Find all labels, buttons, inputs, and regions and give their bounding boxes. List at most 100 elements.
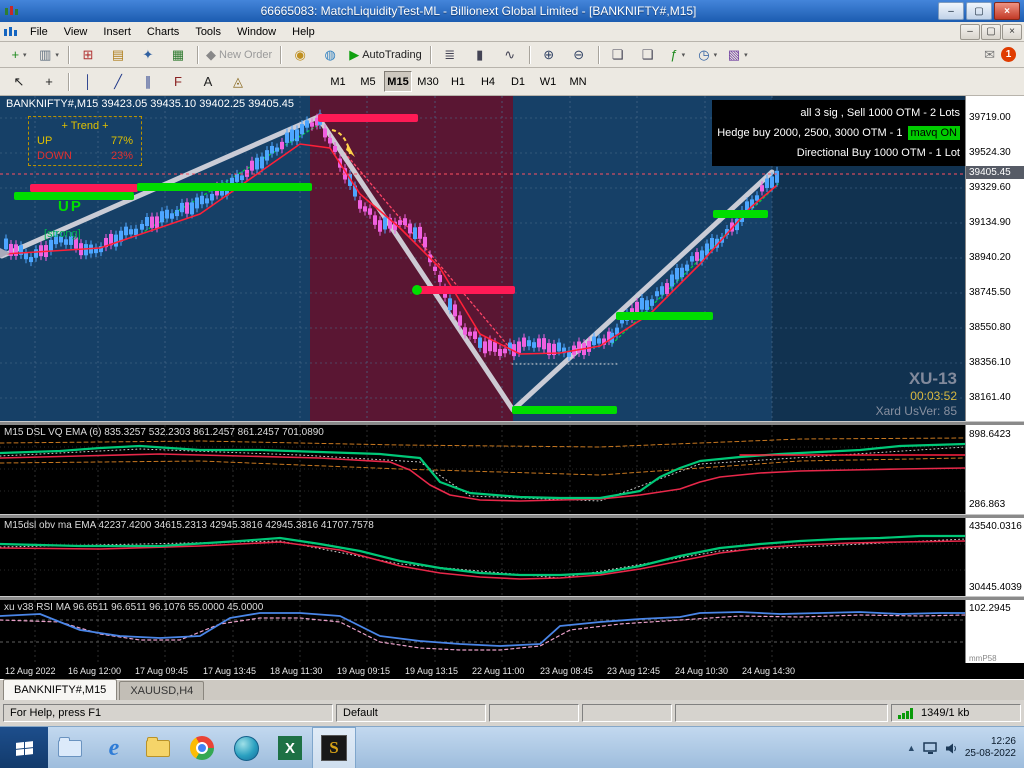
indicator-axis[interactable]: 898.6423 286.863 (965, 425, 1024, 514)
taskbar-icon-internet-explorer[interactable]: e (92, 727, 136, 768)
mdi-restore-button[interactable]: ▢ (981, 23, 1001, 40)
mdi-minimize-button[interactable]: – (960, 23, 980, 40)
indicator-panel-obv[interactable]: M15dsl obv ma EMA 42237.4200 34615.2313 … (0, 518, 965, 596)
chart-menu-icon (4, 26, 17, 38)
mt4-window: 66665083: MatchLiquidityTest-ML - Billio… (0, 0, 1024, 768)
chart-candles-button[interactable]: ▮ (465, 44, 495, 66)
taskbar-icon-folder[interactable] (136, 727, 180, 768)
menu-file[interactable]: File (22, 24, 56, 40)
chart-line-button[interactable]: ∿ (495, 44, 525, 66)
window-title: 66665083: MatchLiquidityTest-ML - Billio… (260, 4, 697, 18)
community-button[interactable]: ◍ (315, 44, 345, 66)
new-chart-button[interactable]: + ▾ (4, 44, 34, 66)
taskbar-icon-chrome[interactable] (180, 727, 224, 768)
menu-help[interactable]: Help (284, 24, 323, 40)
zoom-in-button[interactable]: ⊕ (534, 44, 564, 66)
chart-tab-2[interactable]: XAUUSD,H4 (119, 681, 205, 700)
time-axis-label: 16 Aug 12:00 (68, 666, 122, 676)
arrows-shapes-button[interactable]: ◬ (223, 71, 253, 93)
templates-button[interactable]: ▧ ▾ (723, 44, 753, 66)
timeframe-m5[interactable]: M5 (354, 71, 382, 92)
timeframe-h4[interactable]: H4 (474, 71, 502, 92)
mail-icon[interactable]: ✉ (984, 47, 995, 63)
indicator-panel-dsl-vq[interactable]: M15 DSL VQ EMA (6) 835.3257 532.2303 861… (0, 425, 965, 514)
price-axis-value: 39524.30 (969, 147, 1011, 158)
market-watch-icon: ⊞ (82, 47, 94, 62)
timeframe-h1[interactable]: H1 (444, 71, 472, 92)
time-axis-label: 19 Aug 09:15 (337, 666, 391, 676)
taskbar-clock[interactable]: 12:26 25-08-2022 (965, 736, 1016, 761)
channel-icon: ∥ (144, 74, 152, 89)
timeframe-m1[interactable]: M1 (324, 71, 352, 92)
toolbar-separator (597, 45, 599, 64)
vertical-line-button[interactable]: │ (73, 71, 103, 93)
menu-insert[interactable]: Insert (95, 24, 139, 40)
menu-charts[interactable]: Charts (139, 24, 187, 40)
status-empty-segment (489, 704, 579, 722)
terminal-button[interactable]: ▦ (163, 44, 193, 66)
navigator-button[interactable]: ✦ (133, 44, 163, 66)
chart-bars-button[interactable]: ≣ (435, 44, 465, 66)
indicator-axis[interactable]: 102.2945 mmP58 (965, 600, 1024, 666)
fibonacci-button[interactable]: F (163, 71, 193, 93)
indicators-button[interactable]: ƒ ▾ (663, 44, 693, 66)
timeframe-m30[interactable]: M30 (414, 71, 442, 92)
tile-windows-button[interactable]: ❏ (603, 44, 633, 66)
restore-button[interactable]: ▢ (966, 2, 992, 20)
time-axis-label: 19 Aug 13:15 (405, 666, 459, 676)
notification-badge[interactable]: 1 (1001, 47, 1016, 62)
taskbar-icon-s-app[interactable]: S (312, 727, 356, 768)
expert-advisors-button[interactable]: ◉ (285, 44, 315, 66)
clock-date: 25-08-2022 (964, 748, 1016, 759)
cursor-button[interactable]: ↖ (4, 71, 34, 93)
new-chart-icon: + (11, 47, 20, 62)
zoom-out-button[interactable]: ⊖ (564, 44, 594, 66)
community-icon: ◍ (324, 47, 336, 62)
price-chart[interactable]: BANKNIFTY#,M15 39423.05 39435.10 39402.2… (0, 96, 965, 421)
profiles-button[interactable]: ▥ ▾ (34, 44, 64, 66)
profile-selector[interactable]: Default (336, 704, 486, 722)
periods-button[interactable]: ◷ ▾ (693, 44, 723, 66)
time-axis[interactable]: 12 Aug 2022 16 Aug 12:00 17 Aug 09:45 17 Au… (0, 663, 1024, 679)
menu-tools[interactable]: Tools (187, 24, 229, 40)
timeframe-mn[interactable]: MN (564, 71, 592, 92)
indicator-axis[interactable]: 43540.0316 30445.4039 (965, 518, 1024, 596)
trendline-button[interactable]: ╱ (103, 71, 133, 93)
signal-line-1: all 3 sig , Sell 1000 OTM - 2 Lots (800, 107, 960, 119)
price-axis[interactable]: 39405.45 39719.00 39524.30 39329.60 39134.9… (965, 96, 1024, 421)
chart-tab-1[interactable]: BANKNIFTY#,M15 (3, 679, 118, 700)
time-axis-label: 22 Aug 11:00 (472, 666, 525, 676)
trend-up-label: UP (37, 135, 53, 147)
menu-window[interactable]: Window (229, 24, 284, 40)
dropdown-arrow-icon: ▾ (744, 51, 748, 59)
timeframe-w1[interactable]: W1 (534, 71, 562, 92)
autotrading-button[interactable]: ▶ AutoTrading (345, 44, 426, 66)
start-button[interactable] (0, 727, 48, 768)
close-button[interactable]: × (994, 2, 1020, 20)
network-icon[interactable] (923, 741, 938, 755)
timeframe-m15[interactable]: M15 (384, 71, 412, 92)
text-label-icon: A (203, 74, 213, 89)
timeframe-d1[interactable]: D1 (504, 71, 532, 92)
taskbar-icon-explorer[interactable] (48, 727, 92, 768)
arrows-shapes-icon: ◬ (233, 74, 243, 89)
connection-status[interactable]: 1349/1 kb (891, 704, 1021, 722)
market-watch-button[interactable]: ⊞ (73, 44, 103, 66)
text-label-button[interactable]: A (193, 71, 223, 93)
channel-button[interactable]: ∥ (133, 71, 163, 93)
menu-view[interactable]: View (56, 24, 96, 40)
taskbar-icon-excel[interactable]: X (268, 727, 312, 768)
new-order-button[interactable]: ◆ New Order (202, 44, 276, 66)
data-window-button[interactable]: ▤ (103, 44, 133, 66)
current-price-tag: 39405.45 (966, 166, 1024, 179)
minimize-button[interactable]: – (938, 2, 964, 20)
cascade-windows-button[interactable]: ❑ (633, 44, 663, 66)
indicator-panel-rsi[interactable]: xu v38 RSI MA 96.6511 96.6511 96.1076 55… (0, 600, 965, 666)
mdi-close-button[interactable]: × (1002, 23, 1022, 40)
crosshair-button[interactable]: + (34, 71, 64, 93)
volume-icon[interactable] (945, 742, 958, 755)
crosshair-icon: + (45, 74, 53, 89)
show-hidden-icons-chevron[interactable]: ▲ (907, 743, 916, 753)
taskbar-icon-globe-app[interactable] (224, 727, 268, 768)
dropdown-arrow-icon: ▾ (713, 51, 718, 59)
